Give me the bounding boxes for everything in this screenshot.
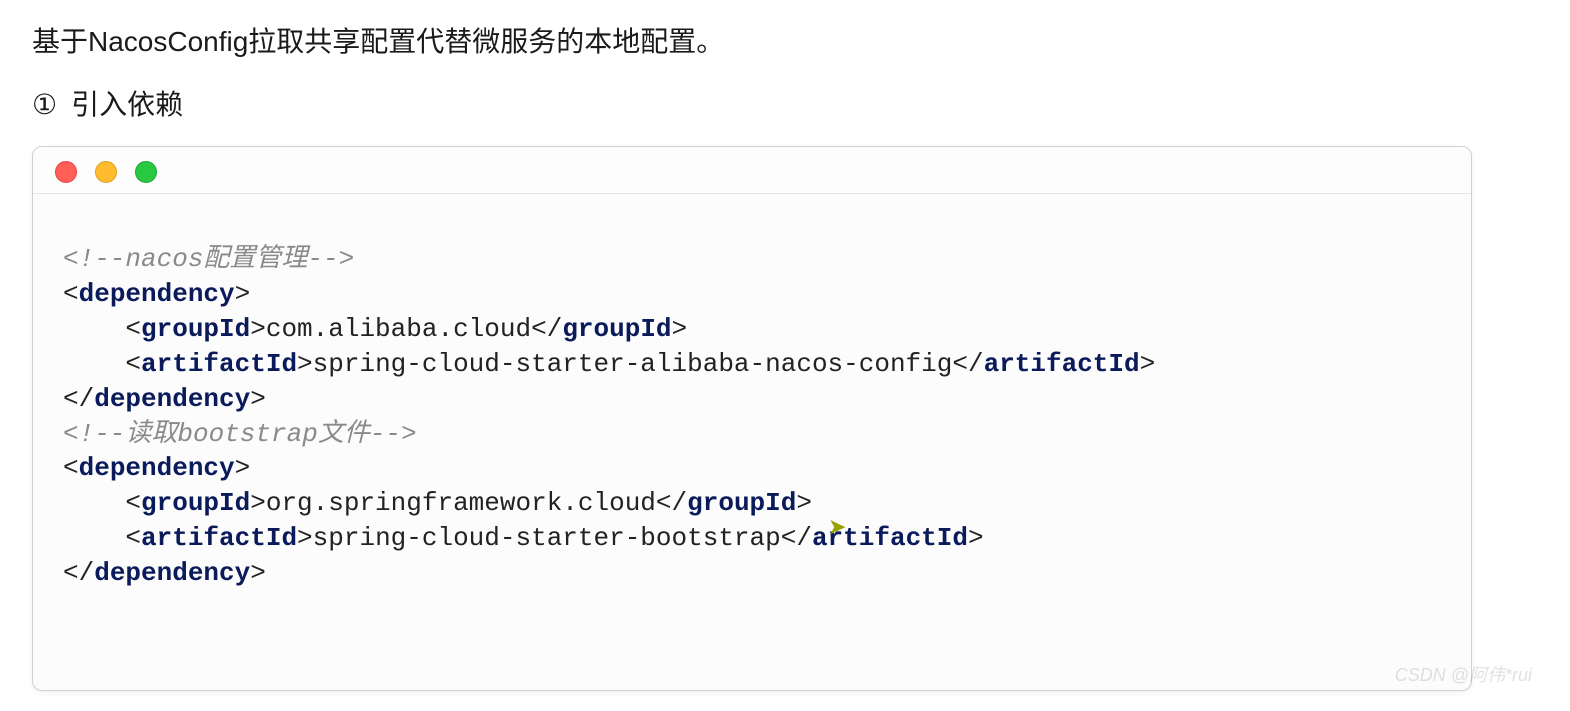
code-comment: <!--nacos配置管理--> (63, 244, 354, 274)
artifactid-value: spring-cloud-starter-bootstrap (313, 523, 781, 553)
tag-groupid-close: groupId (562, 314, 671, 344)
tag-artifactid: artifactId (141, 523, 297, 553)
tag-groupid-close: groupId (687, 488, 796, 518)
code-comment: <!--读取bootstrap文件--> (63, 419, 417, 449)
window-titlebar (33, 147, 1471, 194)
groupid-value: com.alibaba.cloud (266, 314, 531, 344)
tag-dependency-open: dependency (79, 453, 235, 483)
tag-artifactid: artifactId (141, 349, 297, 379)
tag-dependency-close: dependency (94, 384, 250, 414)
tag-artifactid-close: artifactId (812, 523, 968, 553)
step-title: 引入依赖 (71, 89, 183, 120)
intro-text: 基于NacosConfig拉取共享配置代替微服务的本地配置。 (32, 20, 1538, 65)
minimize-icon[interactable] (95, 161, 117, 183)
close-icon[interactable] (55, 161, 77, 183)
tag-dependency-open: dependency (79, 279, 235, 309)
step-number: ① (32, 83, 57, 128)
step-heading: ① 引入依赖 (32, 83, 1538, 128)
tag-artifactid-close: artifactId (984, 349, 1140, 379)
tag-groupid: groupId (141, 314, 250, 344)
groupid-value: org.springframework.cloud (266, 488, 656, 518)
code-window: <!--nacos配置管理--> <dependency> <groupId>c… (32, 146, 1472, 692)
code-body: <!--nacos配置管理--> <dependency> <groupId>c… (33, 194, 1471, 691)
artifactid-value: spring-cloud-starter-alibaba-nacos-confi… (313, 349, 953, 379)
zoom-icon[interactable] (135, 161, 157, 183)
tag-dependency-close: dependency (94, 558, 250, 588)
tag-groupid: groupId (141, 488, 250, 518)
